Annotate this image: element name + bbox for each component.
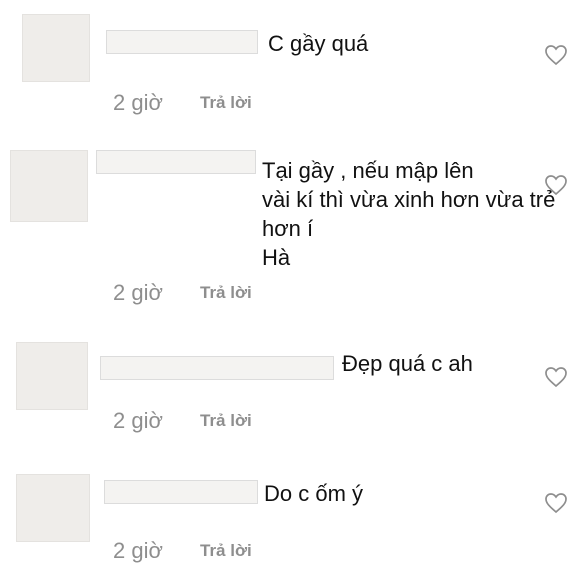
- username-redacted[interactable]: [106, 30, 258, 54]
- reply-button[interactable]: Trả lời: [200, 93, 252, 113]
- avatar[interactable]: [16, 474, 90, 542]
- comment-text: Do c ốm ý: [264, 481, 364, 506]
- heart-outline-icon[interactable]: [544, 174, 568, 196]
- comment-text: Đẹp quá c ah: [342, 351, 473, 376]
- reply-button[interactable]: Trả lời: [200, 283, 252, 303]
- comment-timestamp: 2 giờ: [113, 280, 163, 305]
- heart-outline-icon[interactable]: [544, 44, 568, 66]
- heart-outline-icon[interactable]: [544, 366, 568, 388]
- comment-text: Tại gầy , nếu mập lên vài kí thì vừa xin…: [262, 158, 556, 270]
- username-redacted[interactable]: [96, 150, 256, 174]
- username-redacted[interactable]: [104, 480, 258, 504]
- avatar[interactable]: [22, 14, 90, 82]
- comment-timestamp: 2 giờ: [113, 408, 163, 433]
- comment-item: Đẹp quá c ah 2 giờ Trả lời: [0, 330, 580, 450]
- comment-timestamp: 2 giờ: [113, 90, 163, 115]
- comment-item: Do c ốm ý 2 giờ Trả lời: [0, 450, 580, 580]
- username-redacted[interactable]: [100, 356, 334, 380]
- comment-text: C gầy quá: [268, 31, 369, 56]
- reply-button[interactable]: Trả lời: [200, 411, 252, 431]
- avatar[interactable]: [16, 342, 88, 410]
- comment-item: Tại gầy , nếu mập lên vài kí thì vừa xin…: [0, 130, 580, 330]
- comment-item: C gầy quá 2 giờ Trả lời: [0, 0, 580, 130]
- comment-timestamp: 2 giờ: [113, 538, 163, 563]
- avatar[interactable]: [10, 150, 88, 222]
- reply-button[interactable]: Trả lời: [200, 541, 252, 561]
- heart-outline-icon[interactable]: [544, 492, 568, 514]
